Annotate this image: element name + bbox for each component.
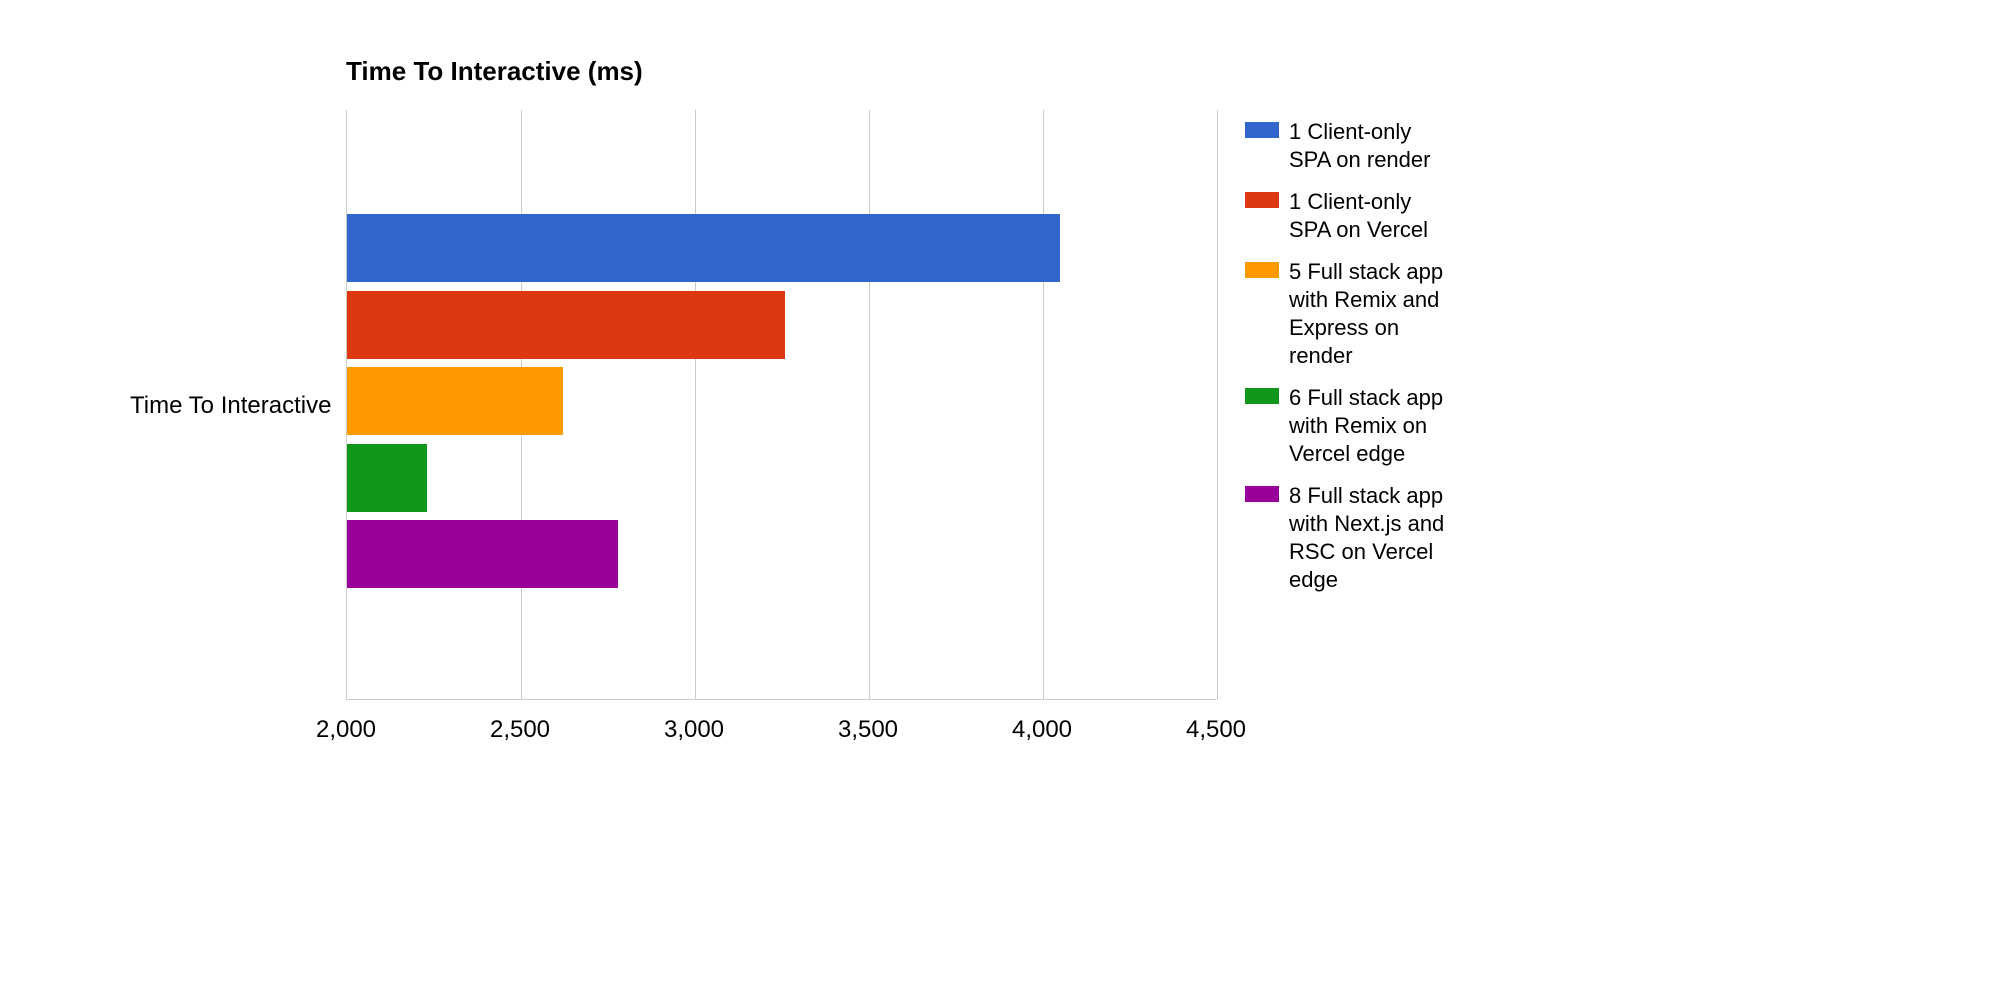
- x-tick-label: 2,000: [316, 716, 376, 744]
- legend-label: 8 Full stack app with Next.js and RSC on…: [1289, 482, 1455, 594]
- legend-item: 5 Full stack app with Remix and Express …: [1245, 258, 1455, 370]
- legend-label: 5 Full stack app with Remix and Express …: [1289, 258, 1455, 370]
- bar-series-3: [347, 444, 427, 512]
- legend-swatch: [1245, 262, 1279, 278]
- gridline: [869, 110, 870, 700]
- legend-item: 8 Full stack app with Next.js and RSC on…: [1245, 482, 1455, 594]
- x-tick-label: 4,000: [1012, 716, 1072, 744]
- legend-item: 1 Client-only SPA on Vercel: [1245, 188, 1455, 244]
- legend-item: 6 Full stack app with Remix on Vercel ed…: [1245, 384, 1455, 468]
- bar-series-2: [347, 367, 563, 435]
- chart-legend: 1 Client-only SPA on render 1 Client-only…: [1245, 118, 1455, 608]
- y-axis-category-label: Time To Interactive: [130, 392, 331, 420]
- legend-label: 1 Client-only SPA on render: [1289, 118, 1455, 174]
- gridline: [1217, 110, 1218, 700]
- x-tick-label: 3,500: [838, 716, 898, 744]
- legend-swatch: [1245, 486, 1279, 502]
- gridline: [1043, 110, 1044, 700]
- legend-swatch: [1245, 388, 1279, 404]
- bar-series-0: [347, 214, 1060, 282]
- legend-label: 1 Client-only SPA on Vercel: [1289, 188, 1455, 244]
- x-tick-label: 4,500: [1186, 716, 1246, 744]
- legend-swatch: [1245, 192, 1279, 208]
- x-tick-label: 3,000: [664, 716, 724, 744]
- plot-area: [346, 110, 1216, 700]
- x-tick-label: 2,500: [490, 716, 550, 744]
- bar-series-1: [347, 291, 785, 359]
- chart-title: Time To Interactive (ms): [346, 56, 643, 87]
- legend-label: 6 Full stack app with Remix on Vercel ed…: [1289, 384, 1455, 468]
- legend-swatch: [1245, 122, 1279, 138]
- chart-container: Time To Interactive (ms) Time To Interac…: [0, 0, 1996, 986]
- legend-item: 1 Client-only SPA on render: [1245, 118, 1455, 174]
- gridline: [695, 110, 696, 700]
- bar-series-4: [347, 520, 618, 588]
